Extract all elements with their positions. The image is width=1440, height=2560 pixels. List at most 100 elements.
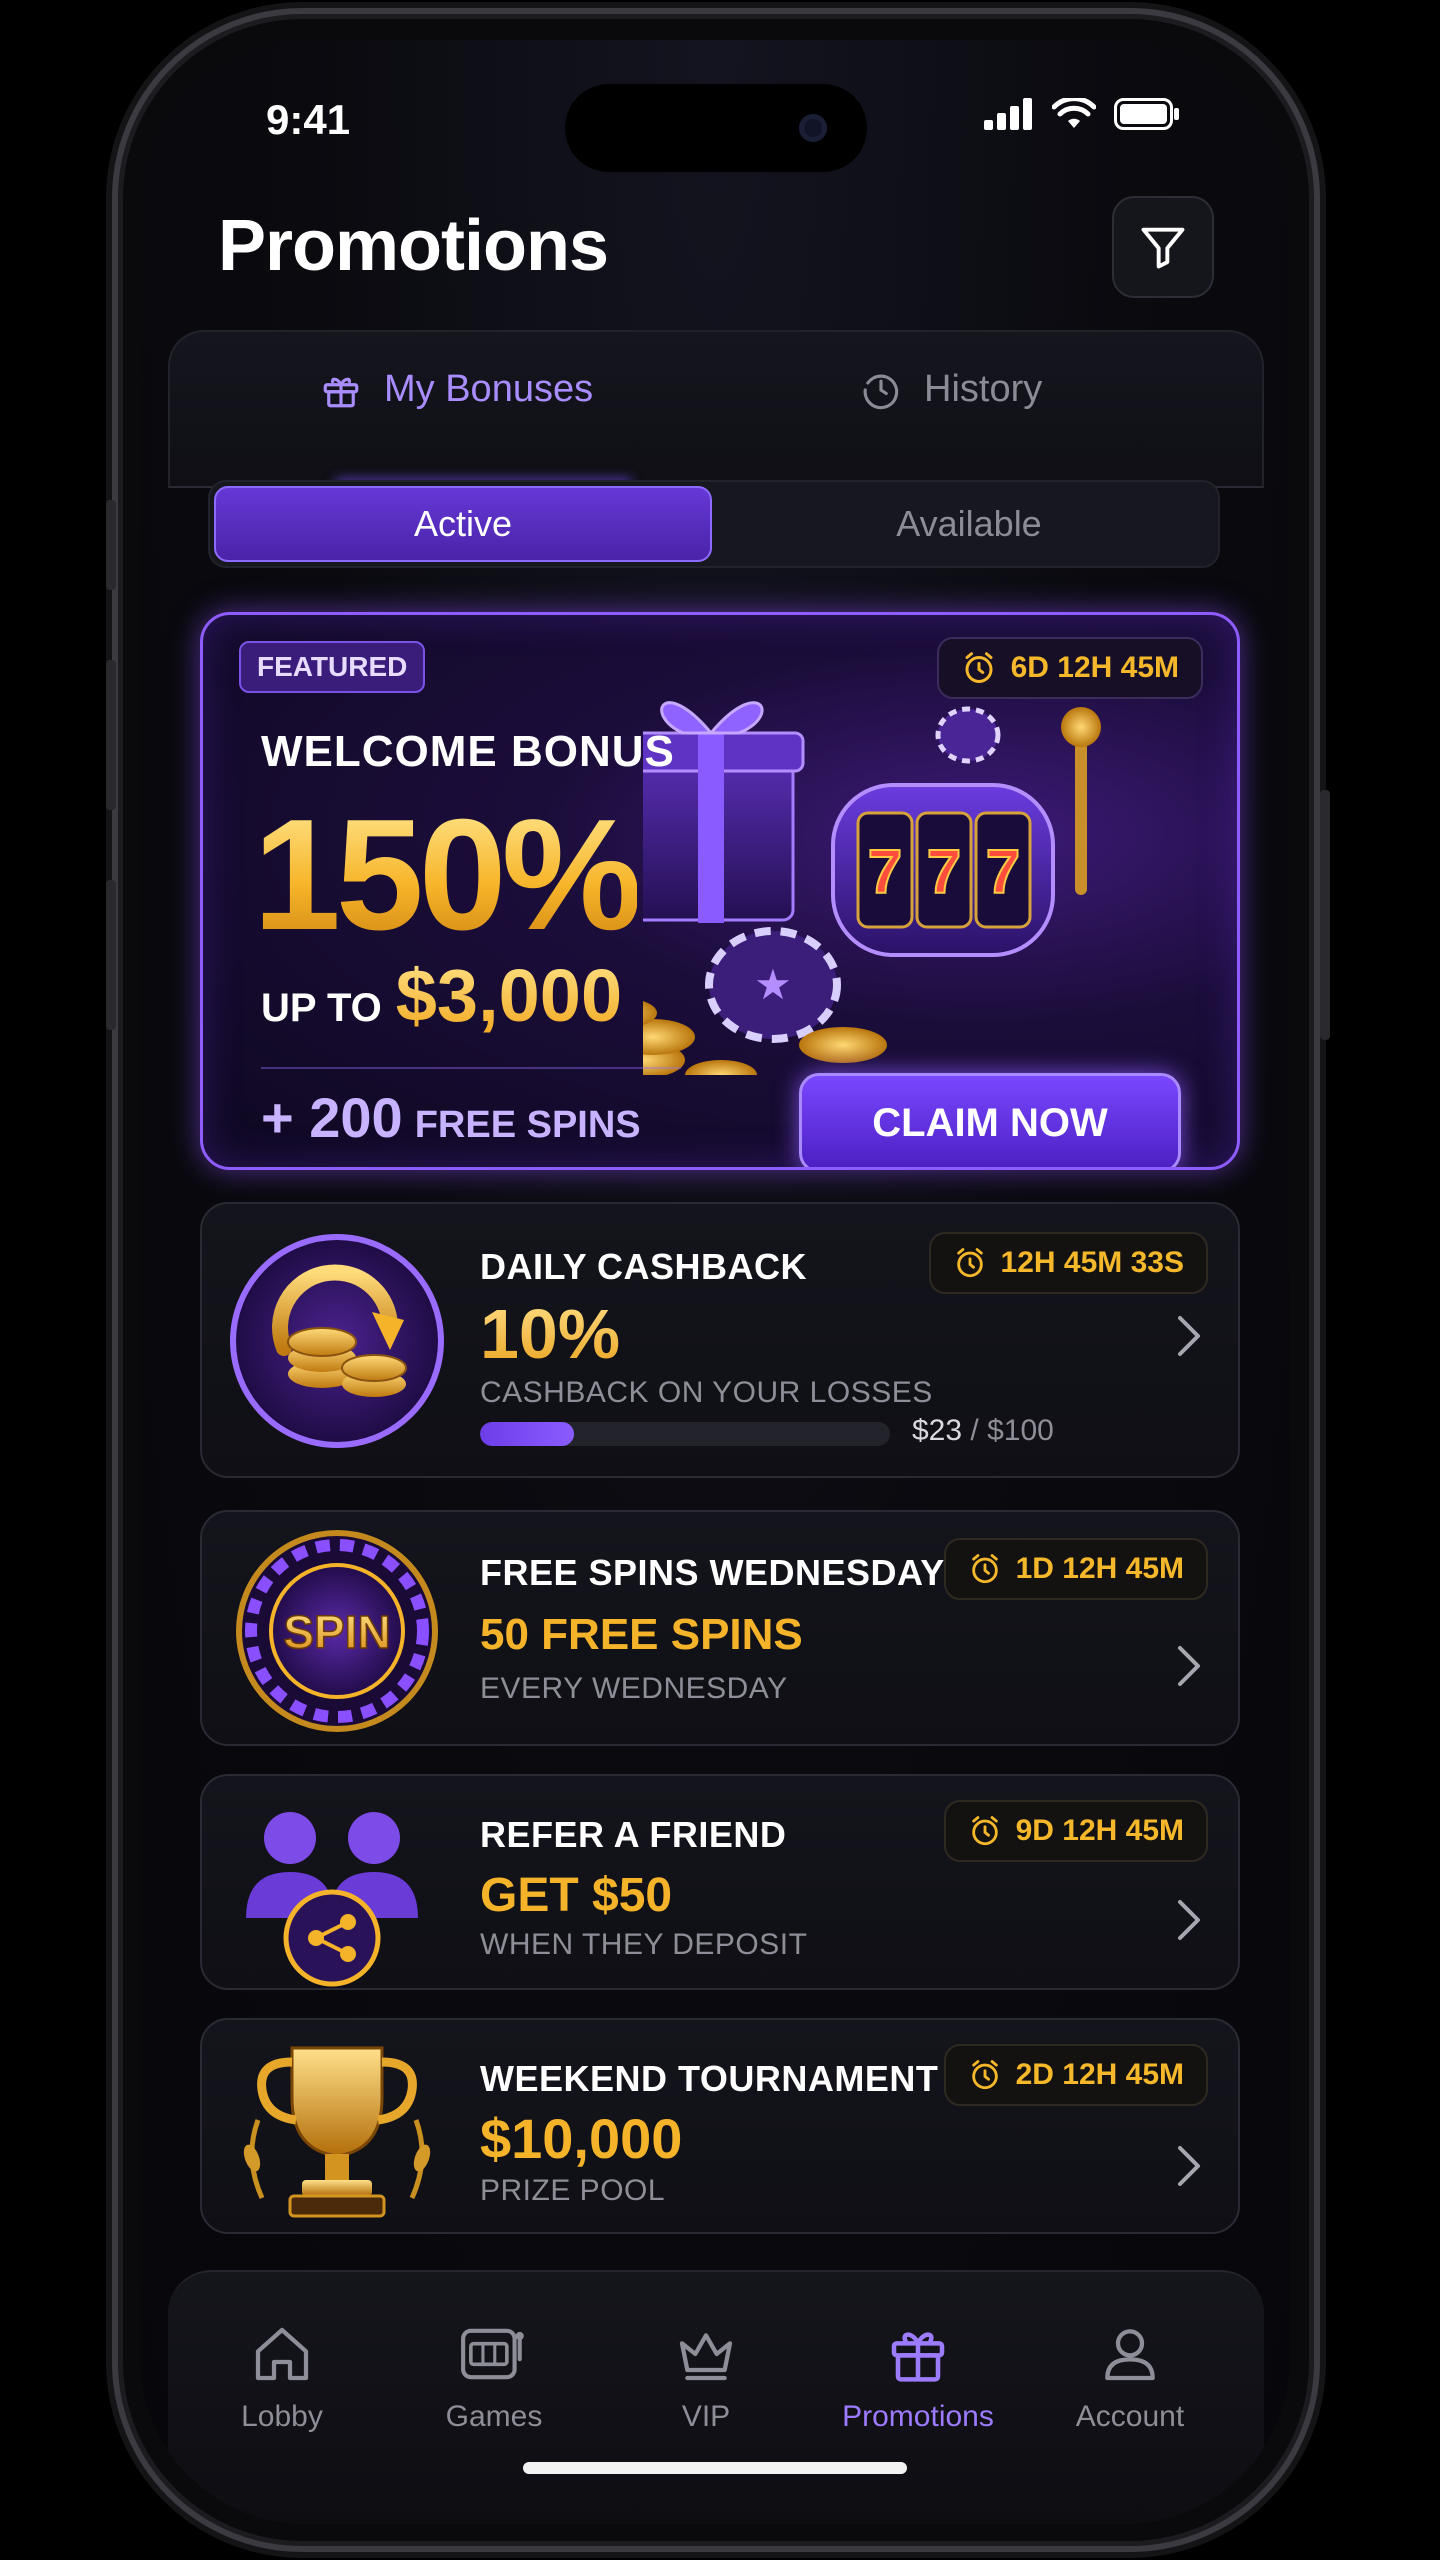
timer-text: 2D 12H 45M bbox=[1015, 2058, 1184, 2091]
camera-icon bbox=[799, 114, 827, 142]
volume-down-button bbox=[106, 880, 116, 1030]
divider bbox=[261, 1067, 681, 1069]
promo-timer: 1D 12H 45M bbox=[943, 1538, 1208, 1600]
alarm-clock-icon bbox=[956, 1248, 983, 1278]
progress-separator: / bbox=[962, 1414, 988, 1447]
promo-subtitle: WHEN THEY DEPOSIT bbox=[480, 1928, 808, 1961]
chevron-right-icon[interactable] bbox=[1174, 1642, 1204, 1690]
promo-card-weekend-tournament[interactable]: WEEKEND TOURNAMENT $10,000 PRIZE POOL 2D… bbox=[200, 2018, 1240, 2234]
promo-card-refer-a-friend[interactable]: REFER A FRIEND GET $50 WHEN THEY DEPOSIT… bbox=[200, 1774, 1240, 1990]
featured-title: WELCOME BONUS bbox=[261, 727, 675, 776]
promo-name: REFER A FRIEND bbox=[480, 1814, 787, 1855]
promo-name: FREE SPINS WEDNESDAY bbox=[480, 1552, 945, 1593]
home-indicator bbox=[523, 2462, 907, 2474]
cashback-progress-bar bbox=[480, 1422, 890, 1446]
alarm-clock-icon bbox=[971, 2060, 998, 2090]
featured-percent: 150% bbox=[253, 785, 642, 966]
trophy-icon bbox=[243, 2046, 431, 2218]
up-to-label: UP TO bbox=[261, 986, 382, 1030]
cashback-coins-icon bbox=[230, 1234, 444, 1448]
filter-icon bbox=[1141, 227, 1185, 269]
promo-name: DAILY CASHBACK bbox=[480, 1246, 808, 1287]
nav-account[interactable]: Account bbox=[1040, 2322, 1220, 2434]
progress-max: $100 bbox=[987, 1414, 1054, 1447]
tab-history[interactable]: History bbox=[860, 368, 1042, 411]
power-button bbox=[1320, 790, 1330, 1040]
promo-value: 50 FREE SPINS bbox=[480, 1610, 803, 1659]
battery-icon bbox=[1114, 98, 1179, 130]
promo-timer: 12H 45M 33S bbox=[928, 1232, 1208, 1294]
featured-promo-card[interactable]: 7 7 7 ★ FEATURED 6D 12H 45M WELCOME BONU… bbox=[200, 612, 1240, 1170]
svg-text:★: ★ bbox=[754, 960, 792, 1009]
promo-subtitle: PRIZE POOL bbox=[480, 2174, 666, 2207]
featured-badge: FEATURED bbox=[239, 641, 426, 693]
nav-lobby[interactable]: Lobby bbox=[192, 2322, 372, 2434]
up-to-amount: $3,000 bbox=[395, 954, 623, 1037]
chevron-right-icon[interactable] bbox=[1174, 1312, 1204, 1360]
mute-switch bbox=[106, 500, 116, 590]
promo-card-free-spins-wednesday[interactable]: SPIN FREE SPINS WEDNESDAY 50 FREE SPINS … bbox=[200, 1510, 1240, 1746]
nav-label: VIP bbox=[681, 2400, 731, 2433]
timer-text: 1D 12H 45M bbox=[1015, 1552, 1184, 1585]
promo-value: GET $50 bbox=[480, 1869, 673, 1922]
nav-label: Lobby bbox=[241, 2400, 323, 2433]
segment-active[interactable]: Active bbox=[214, 486, 712, 562]
featured-up-to: UP TO $3,000 bbox=[261, 953, 622, 1038]
user-icon bbox=[1105, 2329, 1155, 2381]
filter-button[interactable] bbox=[1112, 196, 1214, 298]
segment-available[interactable]: Available bbox=[720, 486, 1218, 562]
spin-wheel-icon: SPIN bbox=[236, 1530, 438, 1732]
nav-vip[interactable]: VIP bbox=[616, 2322, 796, 2434]
tab-bar: My Bonuses History bbox=[168, 330, 1264, 488]
spins-label: FREE SPINS bbox=[414, 1104, 641, 1146]
signal-icon bbox=[984, 98, 1032, 130]
progress-fill bbox=[480, 1422, 575, 1446]
progress-text: $23 / $100 bbox=[912, 1414, 1054, 1448]
gift-slot-machine-illustration: 7 7 7 ★ bbox=[643, 701, 1101, 1075]
promo-timer: 2D 12H 45M bbox=[943, 2044, 1208, 2106]
promo-subtitle: CASHBACK ON YOUR LOSSES bbox=[480, 1376, 933, 1409]
status-icons bbox=[984, 98, 1180, 130]
tab-label: My Bonuses bbox=[384, 368, 594, 410]
svg-text:7: 7 bbox=[986, 838, 1020, 907]
tab-my-bonuses[interactable]: My Bonuses bbox=[320, 368, 593, 411]
gift-icon bbox=[323, 377, 359, 407]
spins-count: + 200 bbox=[261, 1086, 403, 1149]
chevron-right-icon[interactable] bbox=[1174, 1896, 1204, 1944]
promo-value: $10,000 bbox=[480, 2107, 683, 2170]
nav-promotions[interactable]: Promotions bbox=[828, 2322, 1008, 2434]
timer-text: 9D 12H 45M bbox=[1015, 1814, 1184, 1847]
promo-timer: 9D 12H 45M bbox=[943, 1800, 1208, 1862]
chevron-right-icon[interactable] bbox=[1174, 2142, 1204, 2190]
svg-text:7: 7 bbox=[927, 838, 961, 907]
nav-label: Promotions bbox=[842, 2400, 994, 2433]
featured-timer: 6D 12H 45M bbox=[936, 637, 1203, 699]
status-time: 9:41 bbox=[266, 96, 351, 143]
alarm-clock-icon bbox=[971, 1816, 998, 1846]
svg-text:7: 7 bbox=[868, 838, 902, 907]
wifi-icon bbox=[1052, 98, 1096, 128]
clock-icon bbox=[863, 374, 899, 409]
promo-card-daily-cashback[interactable]: DAILY CASHBACK 10% CASHBACK ON YOUR LOSS… bbox=[200, 1202, 1240, 1478]
promo-name: WEEKEND TOURNAMENT bbox=[480, 2058, 939, 2099]
nav-label: Account bbox=[1075, 2400, 1185, 2433]
volume-up-button bbox=[106, 660, 116, 810]
screen: 9:41 Promotions My Bonuses History Activ… bbox=[140, 40, 1290, 2524]
nav-games[interactable]: Games bbox=[404, 2322, 584, 2434]
crown-icon bbox=[679, 2333, 733, 2381]
spin-icon-text: SPIN bbox=[283, 1606, 390, 1658]
timer-text: 6D 12H 45M bbox=[1010, 651, 1179, 684]
dynamic-island bbox=[565, 84, 867, 172]
alarm-clock-icon bbox=[965, 652, 993, 683]
tab-label: History bbox=[924, 368, 1043, 410]
home-icon bbox=[255, 2327, 309, 2381]
progress-current: $23 bbox=[912, 1414, 963, 1447]
alarm-clock-icon bbox=[971, 1554, 998, 1584]
featured-free-spins: + 200 FREE SPINS bbox=[261, 1085, 641, 1150]
refer-friends-icon bbox=[246, 1812, 418, 1987]
bottom-nav: Lobby Games VIP Promotions Account bbox=[168, 2270, 1264, 2524]
slot-machine-icon bbox=[461, 2328, 524, 2380]
claim-now-button[interactable]: CLAIM NOW bbox=[799, 1073, 1181, 1167]
page-title: Promotions bbox=[218, 206, 609, 286]
gift-icon bbox=[891, 2332, 945, 2382]
